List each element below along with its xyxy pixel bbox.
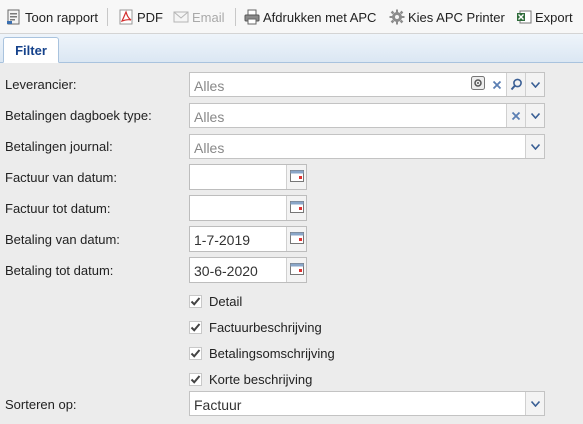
payment-to-datefield[interactable]: 30-6-2020 [189, 257, 307, 283]
choose-apc-printer-label: Kies APC Printer [408, 9, 505, 25]
payment-to-label: Betaling tot datum: [5, 263, 114, 278]
payment-from-label: Betaling van datum: [5, 232, 120, 247]
invoice-description-checkbox[interactable] [189, 320, 202, 334]
search-icon [510, 78, 523, 91]
invoice-from-datefield[interactable] [189, 164, 307, 190]
journal-type-label: Betalingen dagboek type: [5, 108, 152, 123]
detail-checkbox-row[interactable]: Detail [189, 292, 242, 310]
tab-filter[interactable]: Filter [3, 37, 59, 63]
toolbar-separator [107, 8, 108, 26]
journal-dropdown-button[interactable] [525, 135, 544, 158]
short-description-checkbox-row[interactable]: Korte beschrijving [189, 370, 312, 388]
payment-description-checkbox[interactable] [189, 346, 202, 360]
export-label: Export [535, 9, 573, 25]
journal-type-clear-button[interactable] [506, 104, 525, 127]
payment-from-datefield[interactable]: 1-7-2019 [189, 226, 307, 252]
print-apc-button[interactable]: Afdrukken met APC [244, 6, 376, 28]
toolbar-separator [235, 8, 236, 26]
supplier-value: Alles [194, 78, 225, 94]
print-apc-label: Afdrukken met APC [263, 9, 377, 25]
supplier-dropdown-button[interactable] [525, 73, 544, 96]
choose-apc-printer-button[interactable]: Kies APC Printer [389, 6, 505, 28]
tab-strip: Filter [0, 34, 583, 63]
show-report-button[interactable]: Toon rapport [6, 6, 98, 28]
excel-icon [516, 9, 532, 25]
payment-from-value: 1-7-2019 [194, 232, 251, 248]
supplier-lookup-button[interactable] [468, 73, 487, 96]
invoice-to-datefield[interactable] [189, 195, 307, 221]
clear-icon [492, 80, 502, 90]
calendar-icon [289, 169, 304, 185]
email-label: Email [192, 9, 225, 25]
supplier-search-button[interactable] [506, 73, 525, 96]
pdf-label: PDF [137, 9, 163, 25]
journal-type-value: Alles [194, 109, 225, 125]
supplier-combobox[interactable]: Alles [189, 72, 545, 97]
calendar-icon [289, 262, 304, 278]
email-button[interactable]: Email [173, 6, 225, 28]
supplier-clear-button[interactable] [487, 73, 506, 96]
lookup-icon [470, 76, 485, 93]
chevron-down-icon [530, 81, 540, 88]
short-description-checkbox[interactable] [189, 372, 202, 386]
payment-description-checkbox-row[interactable]: Betalingsomschrijving [189, 344, 335, 362]
short-description-checkbox-label: Korte beschrijving [209, 371, 313, 387]
toolbar: Toon rapport PDF Email Afdrukken met APC… [0, 0, 583, 34]
journal-label: Betalingen journal: [5, 139, 113, 154]
journal-value: Alles [194, 140, 225, 156]
sort-dropdown-button[interactable] [525, 392, 544, 415]
invoice-description-checkbox-row[interactable]: Factuurbeschrijving [189, 318, 322, 336]
calendar-icon [289, 231, 304, 247]
chevron-down-icon [530, 400, 540, 407]
show-report-label: Toon rapport [25, 9, 98, 25]
detail-checkbox-label: Detail [209, 293, 243, 309]
report-icon [6, 9, 22, 25]
pdf-icon [118, 9, 134, 25]
payment-to-calendar-button[interactable] [286, 258, 306, 282]
sort-label: Sorteren op: [5, 397, 77, 412]
pdf-button[interactable]: PDF [118, 6, 163, 28]
export-button[interactable]: Export [516, 6, 573, 28]
journal-combobox[interactable]: Alles [189, 134, 545, 159]
payment-to-value: 30-6-2020 [194, 263, 258, 279]
chevron-down-icon [530, 112, 540, 119]
payment-description-checkbox-label: Betalingsomschrijving [209, 345, 335, 361]
journal-type-dropdown-button[interactable] [525, 104, 544, 127]
chevron-down-icon [530, 143, 540, 150]
invoice-from-label: Factuur van datum: [5, 170, 117, 185]
email-icon [173, 9, 189, 25]
payment-from-calendar-button[interactable] [286, 227, 306, 251]
detail-checkbox[interactable] [189, 294, 202, 308]
invoice-to-calendar-button[interactable] [286, 196, 306, 220]
invoice-description-checkbox-label: Factuurbeschrijving [209, 319, 322, 335]
calendar-icon [289, 200, 304, 216]
sort-value: Factuur [194, 397, 242, 413]
invoice-from-calendar-button[interactable] [286, 165, 306, 189]
gear-icon [389, 9, 405, 25]
journal-type-combobox[interactable]: Alles [189, 103, 545, 128]
printer-icon [244, 9, 260, 25]
filter-form: Leverancier: Alles Betalingen dagboek ty… [0, 63, 583, 424]
clear-icon [511, 111, 521, 121]
supplier-label: Leverancier: [5, 77, 77, 92]
sort-combobox[interactable]: Factuur [189, 391, 545, 416]
invoice-to-label: Factuur tot datum: [5, 201, 111, 216]
